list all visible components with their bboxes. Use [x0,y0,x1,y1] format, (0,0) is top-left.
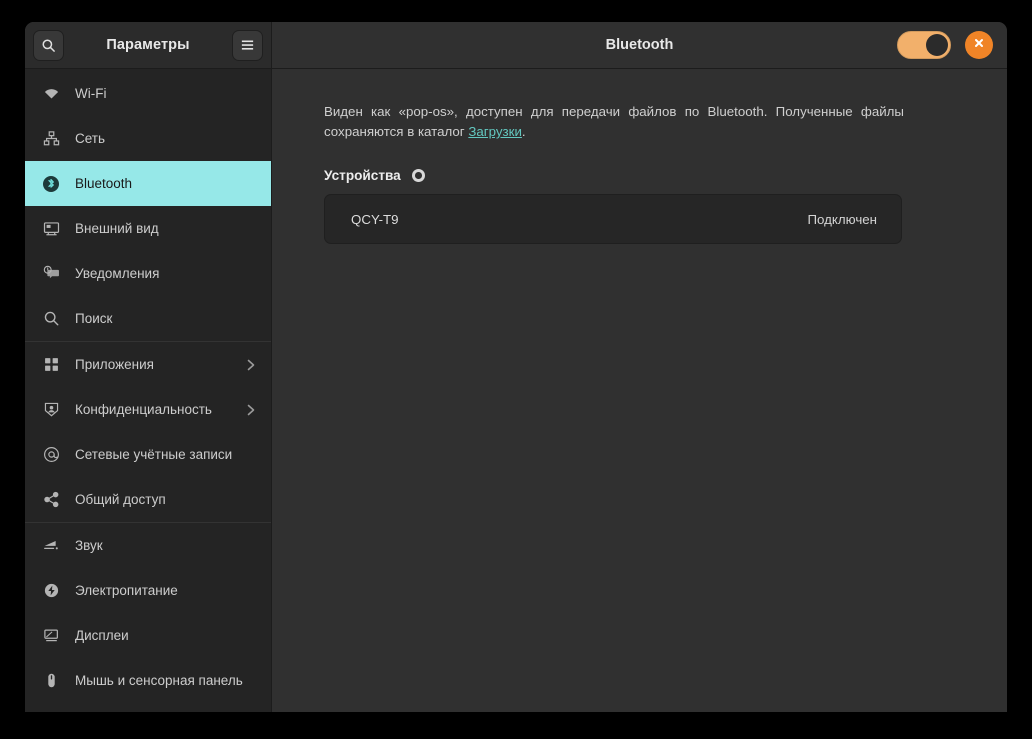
sidebar-item-label: Звук [75,538,103,553]
displays-icon [42,627,60,645]
appearance-icon [42,220,60,238]
sidebar-item-online-accounts[interactable]: Сетевые учётные записи [25,432,271,477]
sidebar-item-bluetooth[interactable]: Bluetooth [25,161,271,206]
toggle-knob [926,34,948,56]
sidebar-item-label: Bluetooth [75,176,133,191]
applications-icon [42,356,60,374]
app-title: Параметры [106,37,190,53]
close-button[interactable] [965,31,993,59]
search-icon [42,310,60,328]
sidebar-item-displays[interactable]: Дисплеи [25,613,271,658]
online-accounts-at-icon [42,446,60,464]
sidebar-item-privacy[interactable]: Конфиденциальность [25,387,271,432]
bluetooth-icon [42,175,60,193]
wifi-icon [42,85,60,103]
description-text-before-link: Виден как «pop-os», доступен для передач… [324,104,904,139]
sidebar: Wi-Fi Сеть Bluetooth Внешний вид Уведомл… [25,69,272,712]
device-name: QCY-T9 [351,211,399,227]
devices-list-card: QCY-T9 Подключен [324,194,902,244]
devices-heading-label: Устройства [324,168,401,183]
sidebar-item-label: Уведомления [75,266,160,281]
sidebar-item-label: Приложения [75,357,154,372]
sidebar-item-applications[interactable]: Приложения [25,342,271,387]
sidebar-item-sharing[interactable]: Общий доступ [25,477,271,522]
sidebar-item-label: Дисплеи [75,628,129,643]
sidebar-item-label: Поиск [75,311,113,326]
header-actions [897,31,993,59]
sidebar-item-label: Конфиденциальность [75,402,212,417]
bluetooth-description: Виден как «pop-os», доступен для передач… [324,102,904,142]
sidebar-item-appearance[interactable]: Внешний вид [25,206,271,251]
header-sidebar-section: Параметры [25,22,272,68]
devices-heading-row: Устройства [324,168,955,183]
header-bar: Параметры Bluetooth [25,22,1007,69]
main-menu-button[interactable] [232,29,263,61]
sidebar-item-label: Сеть [75,131,106,146]
sidebar-item-mouse-touchpad[interactable]: Мышь и сенсорная панель [25,658,271,703]
sidebar-item-label: Мышь и сенсорная панель [75,673,243,688]
sidebar-item-label: Электропитание [75,583,178,598]
chevron-right-icon [245,403,257,417]
sidebar-item-power[interactable]: Электропитание [25,568,271,613]
device-status: Подключен [807,211,878,227]
sidebar-item-label: Общий доступ [75,492,166,507]
sidebar-item-wifi[interactable]: Wi-Fi [25,71,271,116]
device-row[interactable]: QCY-T9 Подключен [325,195,901,243]
mouse-icon [42,672,60,690]
sidebar-item-label: Сетевые учётные записи [75,447,233,462]
sidebar-item-notifications[interactable]: Уведомления [25,251,271,296]
sidebar-item-network[interactable]: Сеть [25,116,271,161]
search-icon [41,38,56,53]
close-icon [973,36,985,54]
sidebar-item-label: Wi-Fi [75,86,107,101]
hamburger-menu-icon [240,38,255,52]
bluetooth-power-toggle[interactable] [897,31,951,59]
power-icon [42,582,60,600]
privacy-shield-icon [42,401,60,419]
downloads-folder-link[interactable]: Загрузки [468,124,522,139]
notifications-icon [42,265,60,283]
window-body: Wi-Fi Сеть Bluetooth Внешний вид Уведомл… [25,69,1007,712]
sidebar-item-search[interactable]: Поиск [25,296,271,341]
network-icon [42,130,60,148]
header-content-section: Bluetooth [272,22,1007,68]
sidebar-item-sound[interactable]: Звук [25,523,271,568]
description-text-after-link: . [521,124,526,139]
chevron-right-icon [245,358,257,372]
search-button[interactable] [33,29,64,61]
settings-window: Параметры Bluetooth Wi-Fi Сеть Bluetooth… [25,22,1007,712]
sound-icon [42,537,60,555]
content-area: Виден как «pop-os», доступен для передач… [272,69,1007,712]
sharing-icon [42,491,60,509]
loading-spinner-icon [411,169,425,182]
sidebar-item-label: Внешний вид [75,221,159,236]
